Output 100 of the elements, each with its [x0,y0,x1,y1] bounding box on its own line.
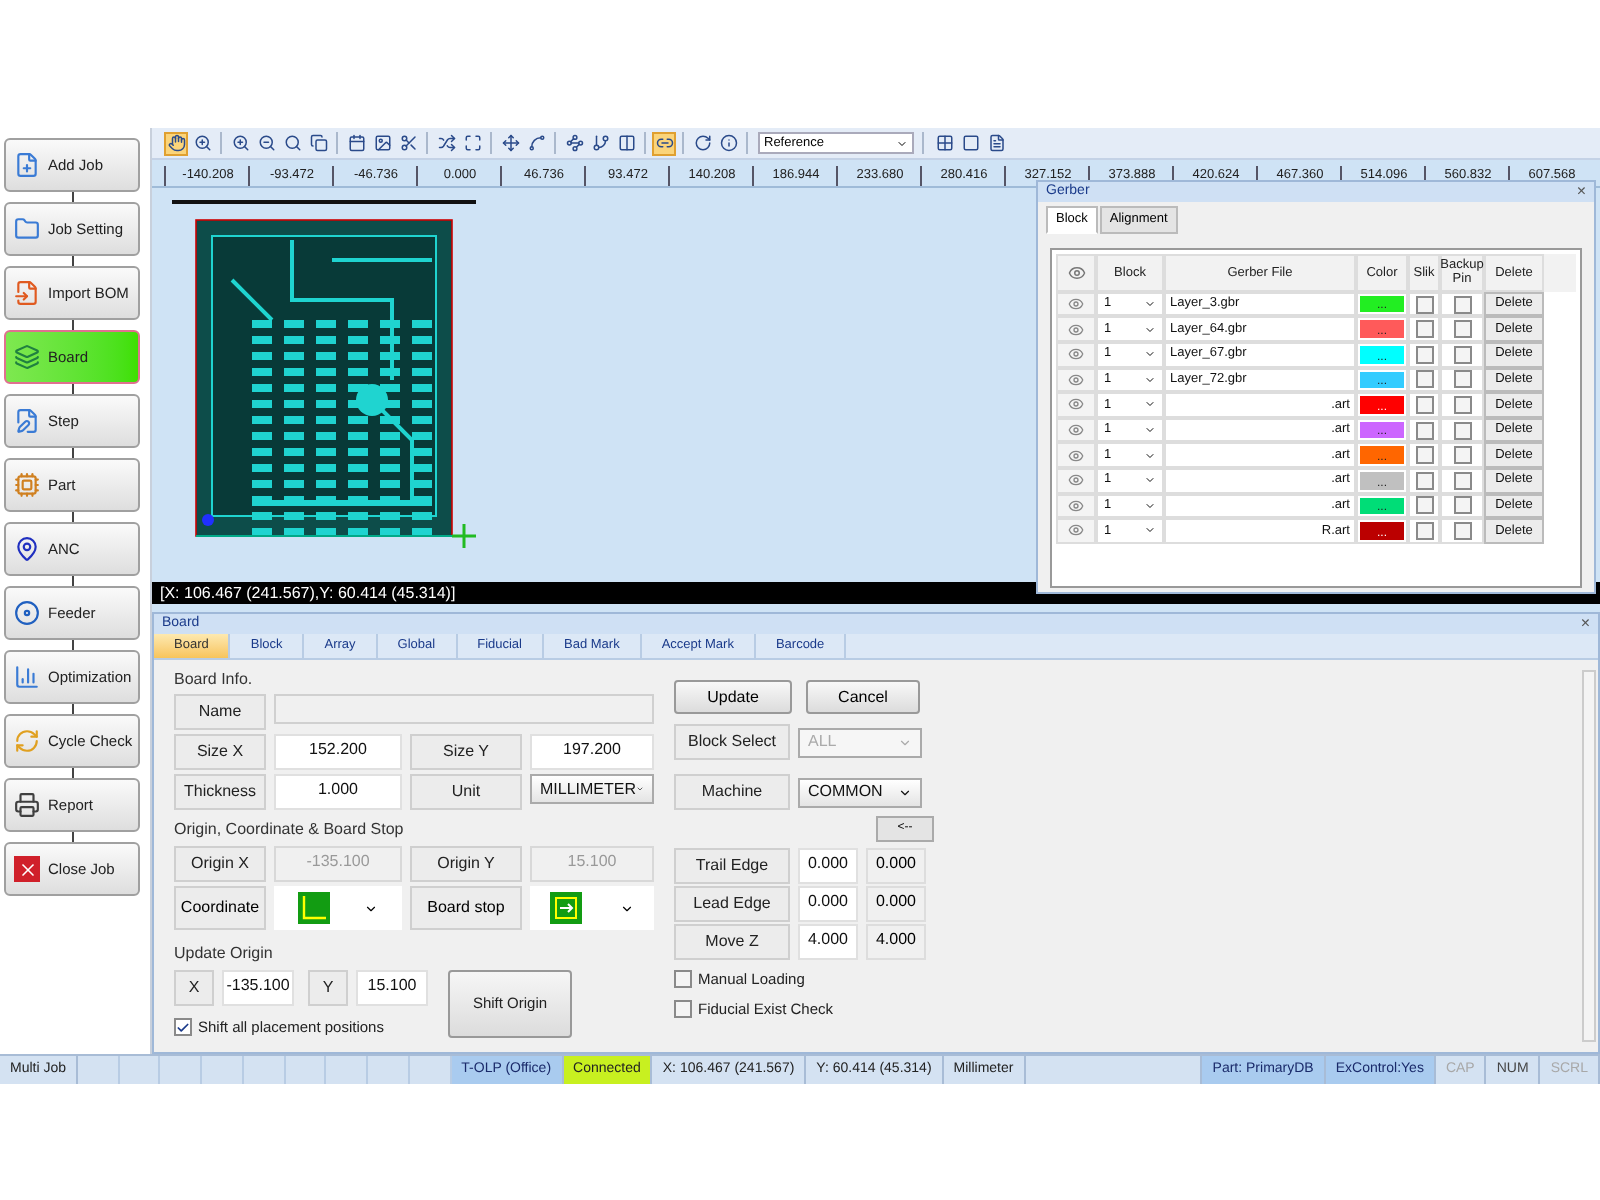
section-heading: Update Origin [174,942,275,966]
input-field[interactable]: 0.000 [798,848,858,884]
printer-icon [14,792,40,818]
checkbox[interactable] [1453,421,1471,440]
shuffle-icon[interactable] [434,131,458,155]
eye-icon[interactable] [1068,497,1084,514]
refresh-icon [14,728,40,754]
checkbox[interactable] [1453,446,1471,465]
copy-icon[interactable] [306,131,330,155]
columns-icon[interactable] [614,131,638,155]
move-icon[interactable] [498,131,522,155]
field-label: Move Z [674,924,790,960]
checkbox[interactable] [1415,471,1433,490]
document-icon[interactable] [984,131,1008,155]
field-label: Unit [410,774,522,810]
input-field[interactable]: -135.100 [222,970,294,1006]
field-label: Trail Edge [674,848,790,884]
link-icon[interactable] [652,131,676,155]
checkbox[interactable] [1453,345,1471,364]
chip-icon [14,472,40,498]
checkbox[interactable] [1453,295,1471,314]
coordinate-dropdown[interactable] [274,886,402,930]
close-button[interactable]: × [1576,184,1586,200]
checkbox[interactable] [674,1000,692,1019]
update-button[interactable]: Update [674,680,792,714]
input-field[interactable]: 0.000 [798,886,858,922]
checkbox[interactable] [1415,395,1433,414]
rotate-icon[interactable] [690,131,714,155]
checkbox[interactable] [1453,521,1471,540]
close-button[interactable]: × [1580,616,1590,632]
zoom-in-icon[interactable] [228,131,252,155]
checkbox[interactable] [1415,295,1433,314]
checkbox[interactable] [1415,496,1433,515]
field-label: Board stop [410,886,522,930]
checkbox[interactable] [1453,496,1471,515]
scissors-icon[interactable] [396,131,420,155]
info-icon[interactable] [716,131,740,155]
file-plus-icon [14,152,40,178]
field-label: Size Y [410,734,522,770]
document-pen-icon [14,408,40,434]
image-icon[interactable] [370,131,394,155]
checkbox[interactable] [1415,370,1433,389]
eye-icon[interactable] [1068,472,1084,489]
checkbox[interactable] [1415,521,1433,540]
checkbox[interactable] [1453,370,1471,389]
input-field[interactable]: 4.000 [798,924,858,960]
input-field[interactable]: 1.000 [274,774,402,810]
cancel-button[interactable]: Cancel [806,680,920,714]
field-label: X [174,970,214,1006]
window-icon[interactable] [958,131,982,155]
input-field[interactable]: 152.200 [274,734,402,770]
checkbox[interactable] [1453,395,1471,414]
fit-icon[interactable] [460,131,484,155]
curve-icon[interactable] [524,131,548,155]
caret-icon [898,735,912,749]
eye-icon[interactable] [1068,321,1084,338]
field-label: Lead Edge [674,886,790,922]
eye-icon[interactable] [1068,371,1084,388]
eye-icon[interactable] [1068,296,1084,313]
section-heading: Board Info. [174,668,255,690]
checkbox[interactable] [674,970,692,989]
eye-icon[interactable] [1068,522,1084,539]
hand-icon[interactable] [164,131,188,155]
caret-icon [364,901,378,915]
checkbox[interactable] [1415,446,1433,465]
board-stop-dropdown[interactable] [530,886,654,930]
checkbox[interactable] [1415,345,1433,364]
field-label: Size X [174,734,266,770]
search-icon[interactable] [280,131,304,155]
caret-icon [898,785,912,799]
branch-icon[interactable] [588,131,612,155]
calendar-icon[interactable] [344,131,368,155]
eye-icon[interactable] [1068,396,1084,413]
input-field[interactable]: 15.100 [356,970,428,1006]
checkbox[interactable] [1453,320,1471,339]
close-icon [17,859,37,879]
field-label: Block Select [674,724,790,760]
waypoints-icon[interactable] [562,131,586,155]
eye-icon[interactable] [1068,447,1084,464]
eye-icon[interactable] [1068,422,1084,439]
field-label: Coordinate [174,886,266,930]
grid-icon[interactable] [932,131,956,155]
layers-icon [14,344,40,370]
checkbox[interactable] [1415,320,1433,339]
folder-icon [14,216,40,242]
dropdown[interactable]: COMMON [798,777,922,807]
field-label: Name [174,694,266,730]
pin-icon [14,536,40,562]
checkbox[interactable] [1453,471,1471,490]
input-field[interactable] [274,694,654,724]
checkbox[interactable] [1415,421,1433,440]
zoom-out-icon[interactable] [254,131,278,155]
checkbox[interactable] [174,1018,192,1037]
readout-field: 4.000 [866,924,926,960]
scrollbar[interactable] [1582,670,1596,1042]
field-label: Origin X [174,846,266,882]
dropdown[interactable]: MILLIMETER [530,774,654,804]
input-field[interactable]: 197.200 [530,734,654,770]
eye-icon[interactable] [1068,346,1084,363]
zoom-in-icon[interactable] [190,131,214,155]
